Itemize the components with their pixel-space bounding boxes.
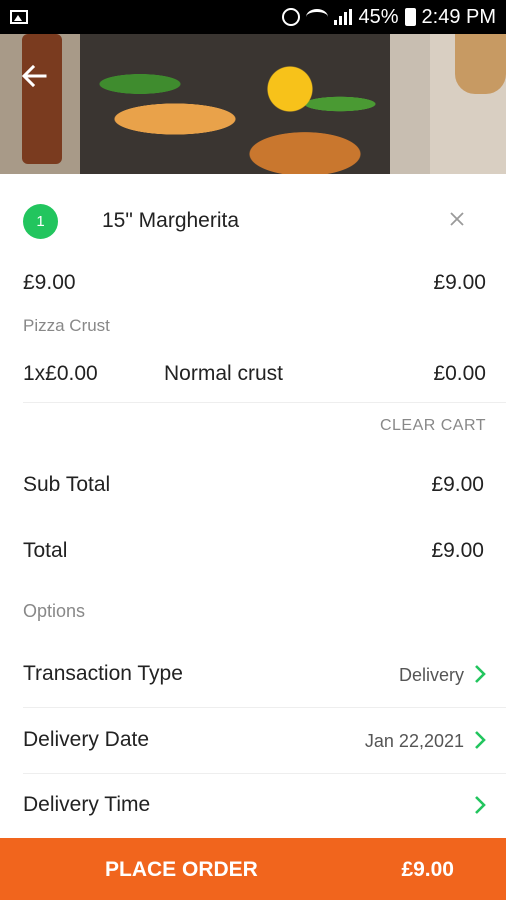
option-transaction-type[interactable]: Transaction Type Delivery: [0, 642, 506, 708]
option-delivery-date[interactable]: Delivery Date Jan 22,2021: [0, 708, 506, 774]
place-order-amount: £9.00: [401, 858, 454, 881]
wifi-icon: [306, 9, 329, 25]
signal-icon: [334, 9, 353, 25]
chevron-right-icon: [475, 731, 486, 749]
divider: [23, 402, 506, 403]
item-line-total: £9.00: [433, 271, 486, 294]
status-left: [10, 10, 28, 24]
modifier-total: £0.00: [433, 362, 486, 385]
back-button[interactable]: [14, 56, 54, 96]
option-value: Jan 22,2021: [364, 731, 464, 751]
status-right: 45% 2:49 PM: [282, 6, 496, 29]
arrow-left-icon: [21, 64, 47, 88]
battery-icon: [404, 8, 416, 26]
chevron-right-icon: [475, 796, 486, 814]
status-bar: 45% 2:49 PM: [0, 0, 506, 34]
hero-food-image: [0, 34, 506, 174]
knife-decoration: [22, 34, 62, 164]
clear-cart-button[interactable]: CLEAR CART: [380, 417, 486, 435]
battery-percent: 45%: [358, 5, 399, 28]
cart-item-header: 1 15" Margherita: [0, 198, 506, 244]
item-unit-price: £9.00: [23, 271, 76, 294]
quantity-badge: 1: [23, 204, 58, 239]
pepper-mill-decoration: [455, 34, 506, 94]
subtotal-label: Sub Total: [23, 473, 111, 496]
close-icon: [450, 212, 464, 226]
modifier-group-label: Pizza Crust: [23, 316, 110, 335]
modifier-name: Normal crust: [164, 362, 284, 385]
remove-item-button[interactable]: [446, 208, 468, 230]
clock: 2:49 PM: [421, 5, 496, 28]
place-order-label: PLACE ORDER: [105, 858, 258, 881]
item-name: 15" Margherita: [102, 209, 240, 232]
options-heading: Options: [23, 601, 86, 621]
option-label: Delivery Time: [23, 793, 151, 816]
image-notification-icon: [10, 10, 28, 24]
option-delivery-time[interactable]: Delivery Time: [0, 773, 506, 839]
place-order-button[interactable]: PLACE ORDER £9.00: [0, 838, 506, 900]
subtotal-value: £9.00: [431, 473, 484, 496]
option-value: Delivery: [398, 665, 464, 685]
chevron-right-icon: [475, 665, 486, 683]
total-value: £9.00: [431, 539, 484, 562]
alarm-icon: [282, 8, 301, 26]
modifier-qty-price: 1x£0.00: [23, 362, 98, 385]
total-label: Total: [23, 539, 68, 562]
option-label: Transaction Type: [23, 662, 183, 685]
option-label: Delivery Date: [23, 728, 150, 751]
